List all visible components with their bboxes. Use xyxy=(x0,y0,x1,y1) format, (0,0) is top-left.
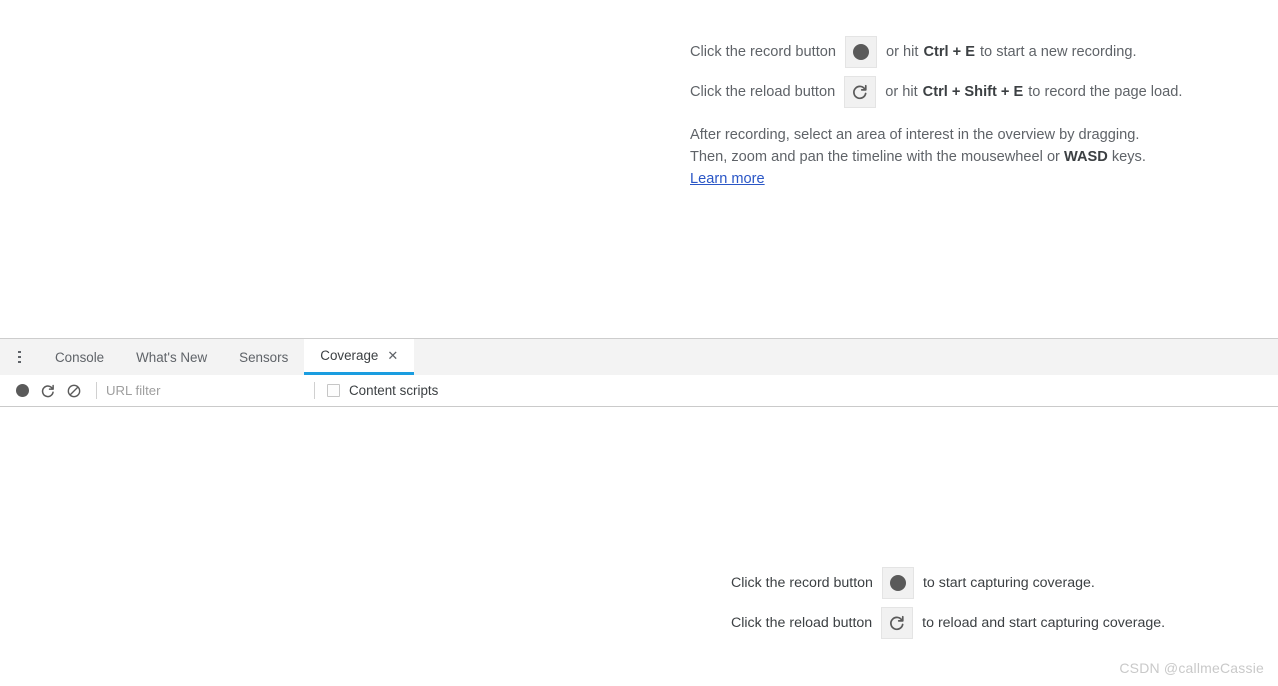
toolbar-divider-2 xyxy=(314,382,315,399)
performance-record-hint-row: Click the record button or hit Ctrl + E … xyxy=(690,36,1250,68)
coverage-reload-button-chip[interactable] xyxy=(881,607,914,639)
coverage-record-hint-row: Click the record button to start capturi… xyxy=(731,567,1251,599)
coverage-panel: Click the record button to start capturi… xyxy=(0,407,1278,686)
tab-console-label: Console xyxy=(55,349,105,365)
close-icon[interactable]: ✕ xyxy=(387,349,398,362)
content-scripts-checkbox[interactable] xyxy=(327,384,340,397)
coverage-reload-button[interactable] xyxy=(35,378,61,404)
reload-hint-prefix: Click the reload button xyxy=(690,83,836,100)
record-dot-icon xyxy=(15,384,29,397)
clear-block-icon xyxy=(66,383,82,399)
coverage-record-button-chip[interactable] xyxy=(881,567,914,599)
url-filter-input[interactable] xyxy=(106,380,252,401)
tab-coverage[interactable]: Coverage ✕ xyxy=(304,339,415,375)
drawer-tabs: Console What's New Sensors Coverage ✕ xyxy=(39,339,415,375)
coverage-toolbar: Content scripts xyxy=(0,375,1278,407)
watermark: CSDN @callmeCassie xyxy=(1119,660,1264,676)
coverage-record-prefix: Click the record button xyxy=(731,574,873,591)
description-line-2-post: keys. xyxy=(1111,149,1146,165)
record-hint-suffix: to start a new recording. xyxy=(979,43,1137,60)
description-line-1: After recording, select an area of inter… xyxy=(690,127,1140,143)
tab-console[interactable]: Console xyxy=(39,339,120,375)
tab-coverage-label: Coverage xyxy=(320,348,379,363)
reload-icon xyxy=(888,614,906,632)
coverage-reload-prefix: Click the reload button xyxy=(731,614,873,631)
record-hint-middle: or hit xyxy=(886,43,919,60)
toolbar-divider-1 xyxy=(96,382,97,399)
content-scripts-label: Content scripts xyxy=(349,383,439,398)
performance-description: After recording, select an area of inter… xyxy=(690,124,1250,190)
kebab-menu-icon xyxy=(18,349,21,365)
coverage-reload-hint-row: Click the reload button to reload and st… xyxy=(731,607,1251,639)
reload-icon xyxy=(851,83,869,101)
drawer-tab-bar: Console What's New Sensors Coverage ✕ xyxy=(0,338,1278,375)
coverage-hints: Click the record button to start capturi… xyxy=(731,567,1251,647)
content-scripts-checkbox-group[interactable]: Content scripts xyxy=(327,383,438,398)
record-shortcut: Ctrl + E xyxy=(923,43,975,60)
performance-hints: Click the record button or hit Ctrl + E … xyxy=(690,36,1250,190)
record-button-chip[interactable] xyxy=(845,36,878,68)
coverage-record-button[interactable] xyxy=(9,378,35,404)
reload-hint-suffix: to record the page load. xyxy=(1028,83,1183,100)
reload-icon xyxy=(40,383,56,399)
devtools-screen: Click the record button or hit Ctrl + E … xyxy=(0,0,1278,686)
wasd-keys: WASD xyxy=(1063,149,1108,165)
description-line-2: Then, zoom and pan the timeline with the… xyxy=(690,146,1250,168)
learn-more-link[interactable]: Learn more xyxy=(690,168,765,190)
drawer-more-options-button[interactable] xyxy=(0,339,39,375)
tab-whats-new[interactable]: What's New xyxy=(120,339,223,375)
record-dot-icon xyxy=(889,575,906,591)
record-hint-prefix: Click the record button xyxy=(690,43,837,60)
coverage-clear-button[interactable] xyxy=(61,378,87,404)
tab-sensors[interactable]: Sensors xyxy=(223,339,304,375)
reload-button-chip[interactable] xyxy=(844,76,877,108)
reload-shortcut: Ctrl + Shift + E xyxy=(922,83,1024,100)
description-line-2-pre: Then, zoom and pan the timeline with the… xyxy=(690,149,1060,165)
tab-whats-new-label: What's New xyxy=(136,349,208,365)
reload-hint-middle: or hit xyxy=(885,83,918,100)
performance-reload-hint-row: Click the reload button or hit Ctrl + Sh… xyxy=(690,76,1250,108)
tab-sensors-label: Sensors xyxy=(239,349,289,365)
record-dot-icon xyxy=(853,44,870,60)
coverage-reload-suffix: to reload and start capturing coverage. xyxy=(922,614,1166,631)
performance-panel: Click the record button or hit Ctrl + E … xyxy=(0,0,1278,338)
coverage-record-suffix: to start capturing coverage. xyxy=(922,574,1095,591)
